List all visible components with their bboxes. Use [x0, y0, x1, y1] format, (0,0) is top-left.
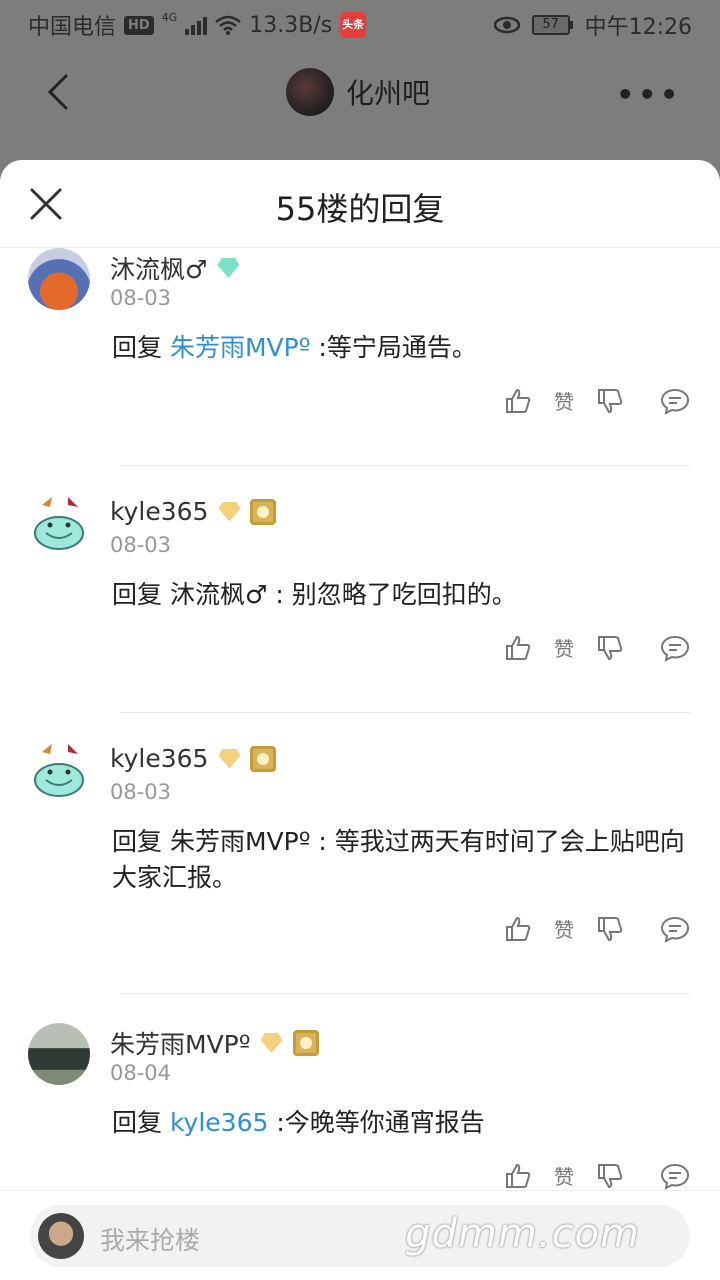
reply-prefix: 回复	[112, 1108, 170, 1137]
status-bar: 中国电信 HD 4G 13.3B/s 头条 57 中午12:26	[0, 0, 720, 50]
signal-icon	[185, 15, 208, 35]
username[interactable]: 沐流枫♂	[110, 250, 240, 286]
reply-input[interactable]: 我来抢楼 gdmm.com	[30, 1205, 690, 1267]
username-text: kyle365	[110, 497, 209, 526]
avatar[interactable]	[28, 1023, 90, 1085]
username-text: 朱芳雨MVPº	[110, 1030, 251, 1059]
avatar[interactable]	[28, 495, 90, 557]
username[interactable]: 朱芳雨MVPº	[110, 1025, 319, 1061]
username-text: kyle365	[110, 744, 209, 773]
reply-text: : 别忽略了吃回扣的。	[267, 580, 517, 609]
reply-text: :等宁局通告。	[310, 333, 477, 362]
thumbs-down-icon[interactable]	[596, 915, 624, 943]
clock: 中午12:26	[584, 15, 692, 40]
forum-title[interactable]: 化州吧	[286, 68, 430, 116]
like-label[interactable]: 赞	[554, 633, 574, 662]
medal-icon	[292, 1030, 319, 1056]
battery-level: 57	[531, 15, 570, 35]
reply-actions: 赞	[504, 386, 690, 415]
level-badge-icon	[218, 501, 241, 522]
mention-link[interactable]: 朱芳雨MVPº	[170, 333, 311, 362]
level-badge-icon	[218, 748, 241, 769]
sheet-title: 55楼的回复	[275, 190, 445, 228]
reply-actions: 赞	[504, 1161, 690, 1190]
username[interactable]: kyle365	[110, 744, 277, 773]
reply-prefix: 回复	[112, 333, 170, 362]
mention-link[interactable]: kyle365	[170, 1108, 268, 1137]
like-label[interactable]: 赞	[554, 914, 574, 943]
network-speed: 13.3B/s	[249, 12, 333, 38]
battery-icon: 57	[531, 15, 573, 35]
toutiao-app-icon: 头条	[340, 12, 367, 38]
divider	[120, 712, 690, 713]
reply-content[interactable]: 回复 沐流枫♂ : 别忽略了吃回扣的。	[112, 577, 692, 613]
thumbs-down-icon[interactable]	[596, 387, 624, 415]
avatar[interactable]	[28, 742, 90, 804]
mention-link[interactable]: 朱芳雨MVPº	[170, 827, 311, 856]
level-badge-icon	[217, 258, 240, 278]
reply-actions: 赞	[504, 914, 690, 943]
level-badge-icon	[260, 1033, 283, 1053]
reply-actions: 赞	[504, 633, 690, 662]
top-nav: 化州吧 •••	[0, 52, 720, 132]
back-arrow-icon[interactable]	[40, 72, 80, 112]
sheet-header: 55楼的回复	[0, 160, 720, 248]
wifi-icon	[215, 15, 242, 35]
comment-icon[interactable]	[660, 387, 690, 415]
mention-link[interactable]: 沐流枫♂	[170, 580, 267, 609]
username-text: 沐流枫♂	[110, 255, 208, 284]
username[interactable]: kyle365	[110, 497, 277, 526]
reply-date: 08-04	[110, 1061, 172, 1085]
carrier-label: 中国电信	[28, 15, 117, 40]
reply-content[interactable]: 回复 kyle365 :今晚等你通宵报告	[112, 1105, 692, 1141]
thumbs-up-icon[interactable]	[504, 387, 532, 415]
avatar[interactable]	[28, 248, 90, 310]
reply-input-bar: 我来抢楼 gdmm.com	[0, 1190, 720, 1280]
reply-content[interactable]: 回复 朱芳雨MVPº :等宁局通告。	[112, 330, 692, 366]
forum-name: 化州吧	[346, 77, 431, 110]
comment-icon[interactable]	[660, 634, 690, 662]
divider	[120, 465, 690, 466]
reply-prefix: 回复	[112, 580, 170, 609]
thumbs-up-icon[interactable]	[504, 1162, 532, 1190]
divider	[120, 993, 690, 994]
reply-prefix: 回复	[112, 827, 170, 856]
replies-sheet: 55楼的回复 沐流枫♂ 08-03 回复 朱芳雨MVPº :等宁局通告。 赞 k…	[0, 160, 720, 1280]
thumbs-up-icon[interactable]	[504, 915, 532, 943]
reply-text: :今晚等你通宵报告	[268, 1108, 485, 1137]
reply-date: 08-03	[110, 286, 172, 310]
reply-content[interactable]: 回复 朱芳雨MVPº : 等我过两天有时间了会上贴吧向大家汇报。	[112, 824, 692, 896]
my-avatar	[38, 1213, 84, 1259]
like-label[interactable]: 赞	[554, 386, 574, 415]
eye-comfort-icon	[493, 16, 520, 34]
hd-badge: HD	[124, 15, 154, 35]
more-options-icon[interactable]: •••	[616, 78, 682, 111]
reply-date: 08-03	[110, 780, 172, 804]
thumbs-down-icon[interactable]	[596, 634, 624, 662]
reply-input-placeholder: 我来抢楼	[100, 1226, 201, 1255]
reply-date: 08-03	[110, 533, 172, 557]
like-label[interactable]: 赞	[554, 1161, 574, 1190]
medal-icon	[250, 745, 277, 772]
medal-icon	[250, 498, 277, 525]
thumbs-up-icon[interactable]	[504, 634, 532, 662]
watermark: gdmm.com	[405, 1211, 640, 1257]
thumbs-down-icon[interactable]	[596, 1162, 624, 1190]
comment-icon[interactable]	[660, 915, 690, 943]
comment-icon[interactable]	[660, 1162, 690, 1190]
forum-avatar	[286, 68, 334, 116]
network-type-label: 4G	[161, 10, 178, 24]
